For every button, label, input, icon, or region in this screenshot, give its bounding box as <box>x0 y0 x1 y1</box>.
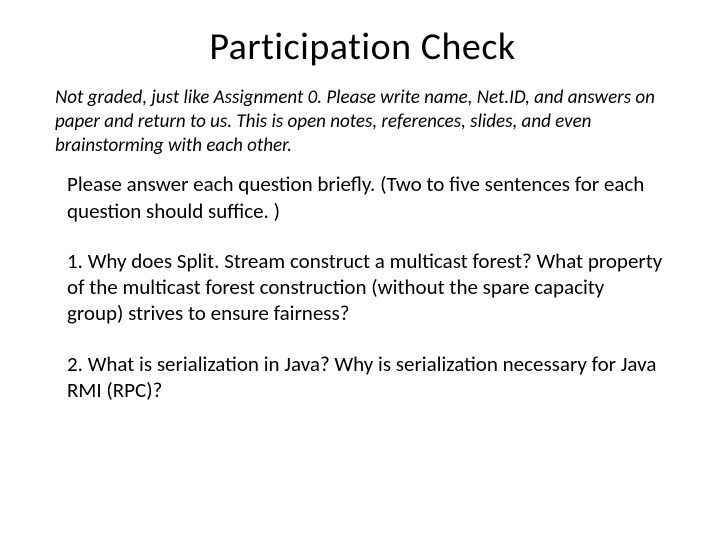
question-1: 1. Why does Split. Stream construct a mu… <box>55 248 670 327</box>
subtitle-text: Not graded, just like Assignment 0. Plea… <box>55 86 670 157</box>
question-2: 2. What is serialization in Java? Why is… <box>55 351 670 404</box>
page-title: Participation Check <box>55 24 670 70</box>
instruction-text: Please answer each question briefly. (Tw… <box>55 171 670 224</box>
